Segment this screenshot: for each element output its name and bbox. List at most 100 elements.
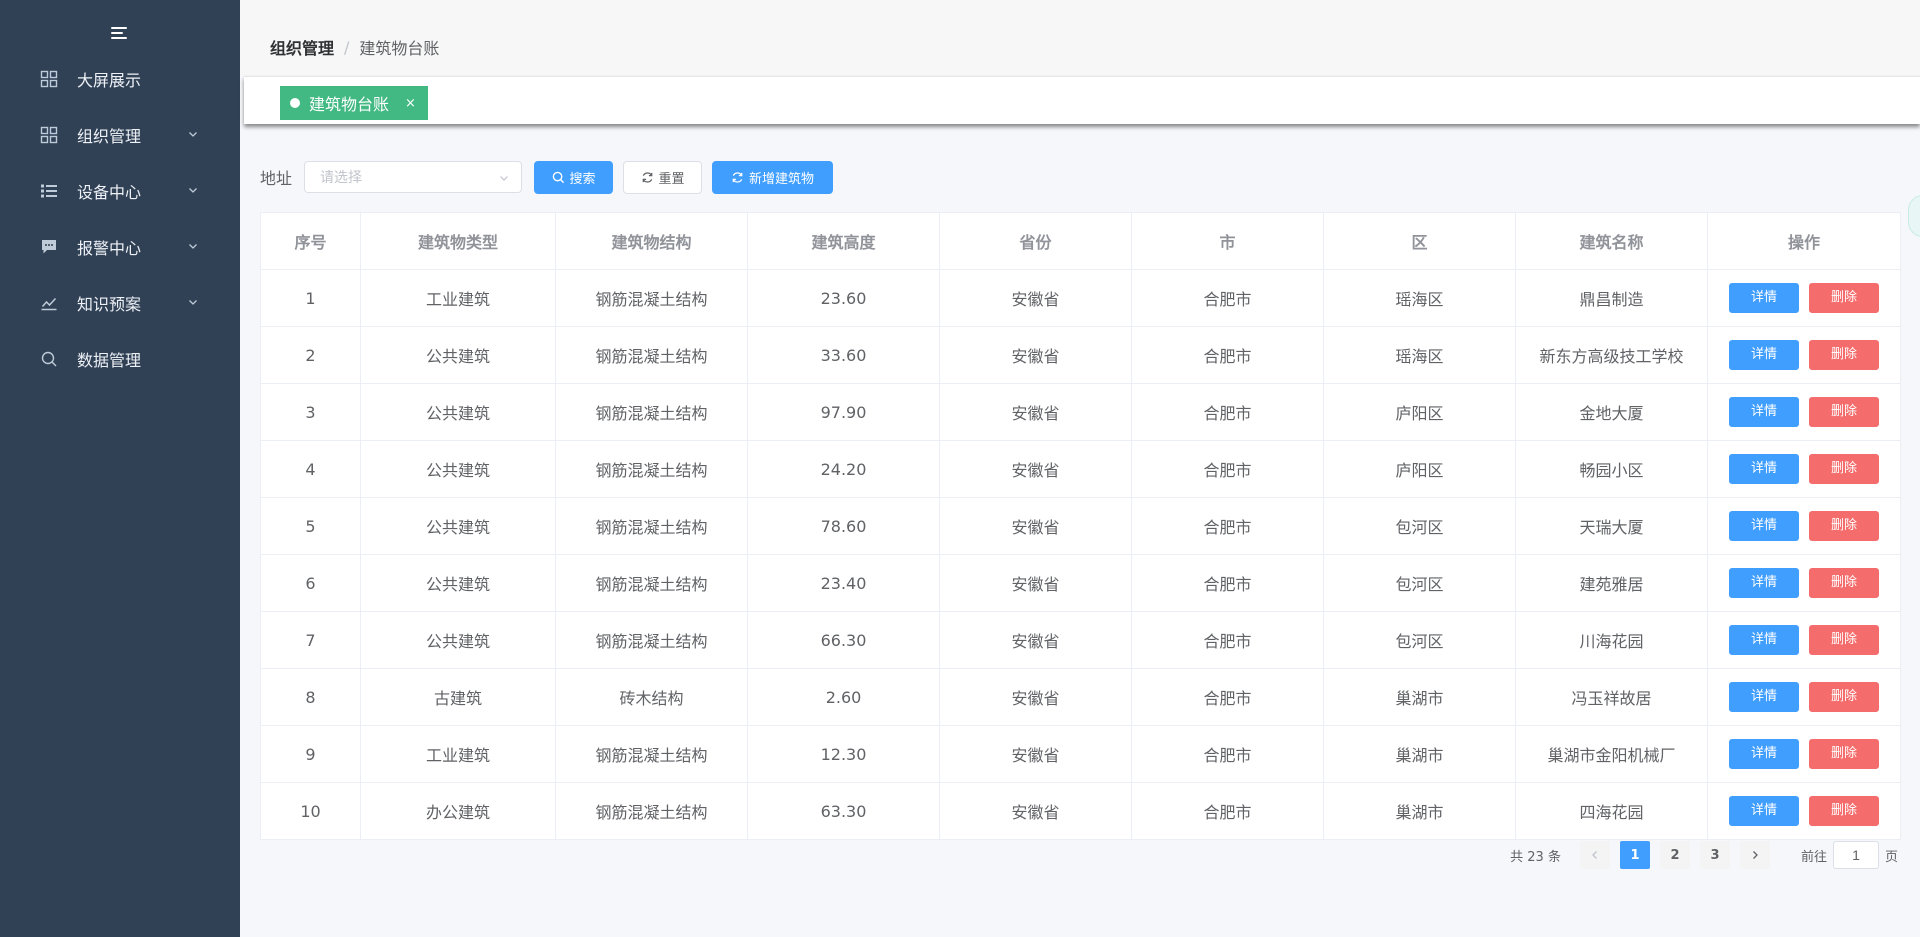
delete-button[interactable]: 删除 bbox=[1809, 682, 1879, 712]
sidebar: 大屏展示 组织管理 设备中心 报警中心 知识预案 数据管理 bbox=[0, 0, 240, 937]
cell-name: 畅园小区 bbox=[1515, 440, 1708, 498]
search-icon bbox=[552, 171, 564, 183]
cell-structure: 钢筋混凝土结构 bbox=[555, 269, 748, 327]
delete-button[interactable]: 删除 bbox=[1809, 340, 1879, 370]
delete-button[interactable]: 删除 bbox=[1809, 454, 1879, 484]
col-header-city: 市 bbox=[1131, 212, 1324, 270]
detail-button[interactable]: 详情 bbox=[1729, 397, 1799, 427]
cell-province: 安徽省 bbox=[939, 725, 1132, 783]
cell-name: 巢湖市金阳机械厂 bbox=[1515, 725, 1708, 783]
delete-button[interactable]: 删除 bbox=[1809, 796, 1879, 826]
search-button[interactable]: 搜索 bbox=[534, 160, 614, 194]
cell-index: 4 bbox=[260, 440, 361, 498]
address-label: 地址 bbox=[260, 169, 293, 188]
table-row: 6 公共建筑 钢筋混凝土结构 23.40 安徽省 合肥市 包河区 建苑雅居 详情 删除 bbox=[260, 554, 1901, 612]
sidebar-item-alarm[interactable]: 报警中心 bbox=[0, 219, 240, 275]
cell-height: 24.20 bbox=[747, 440, 940, 498]
table-row: 1 工业建筑 钢筋混凝土结构 23.60 安徽省 合肥市 瑶海区 鼎昌制造 详情 删除 bbox=[260, 269, 1901, 327]
detail-button[interactable]: 详情 bbox=[1729, 454, 1799, 484]
cell-actions: 详情 删除 bbox=[1707, 497, 1901, 555]
breadcrumb-parent[interactable]: 组织管理 bbox=[270, 35, 334, 59]
sidebar-item-dashboard[interactable]: 大屏展示 bbox=[0, 51, 240, 107]
hamburger-icon[interactable] bbox=[111, 27, 127, 41]
address-select[interactable]: 请选择 bbox=[304, 161, 523, 193]
cell-district: 庐阳区 bbox=[1323, 440, 1516, 498]
tag-dot-icon bbox=[290, 98, 300, 108]
detail-button[interactable]: 详情 bbox=[1729, 340, 1799, 370]
table-row: 2 公共建筑 钢筋混凝土结构 33.60 安徽省 合肥市 瑶海区 新东方高级技工学校 详情 删除 bbox=[260, 326, 1901, 384]
refresh-icon bbox=[732, 171, 743, 183]
cell-structure: 钢筋混凝土结构 bbox=[555, 725, 748, 783]
detail-button[interactable]: 详情 bbox=[1729, 739, 1799, 769]
sidebar-item-org[interactable]: 组织管理 bbox=[0, 107, 240, 163]
cell-province: 安徽省 bbox=[939, 668, 1132, 726]
cell-name: 冯玉祥故居 bbox=[1515, 668, 1708, 726]
cell-index: 8 bbox=[260, 668, 361, 726]
breadcrumb-separator: / bbox=[344, 37, 350, 57]
detail-button[interactable]: 详情 bbox=[1729, 511, 1799, 541]
cell-type: 工业建筑 bbox=[360, 269, 556, 327]
detail-button[interactable]: 详情 bbox=[1729, 625, 1799, 655]
delete-button[interactable]: 删除 bbox=[1809, 511, 1879, 541]
cell-district: 巢湖市 bbox=[1323, 725, 1516, 783]
detail-button[interactable]: 详情 bbox=[1729, 796, 1799, 826]
table-row: 10 办公建筑 钢筋混凝土结构 63.30 安徽省 合肥市 巢湖市 四海花园 详情 删除 bbox=[260, 782, 1901, 840]
cell-index: 10 bbox=[260, 782, 361, 840]
delete-button[interactable]: 删除 bbox=[1809, 568, 1879, 598]
search-form: 地址 请选择 搜索 重置 新增建筑物 bbox=[260, 160, 834, 194]
detail-button[interactable]: 详情 bbox=[1729, 283, 1799, 313]
cell-name: 金地大厦 bbox=[1515, 383, 1708, 441]
col-header-structure: 建筑物结构 bbox=[555, 212, 748, 270]
sidebar-item-label: 报警中心 bbox=[77, 239, 142, 258]
prev-page-button[interactable] bbox=[1579, 841, 1610, 869]
page-3-button[interactable]: 3 bbox=[1699, 841, 1730, 869]
cell-district: 庐阳区 bbox=[1323, 383, 1516, 441]
search-button-label: 搜索 bbox=[569, 171, 596, 187]
delete-button[interactable]: 删除 bbox=[1809, 625, 1879, 655]
page-1-button[interactable]: 1 bbox=[1619, 841, 1650, 869]
sidebar-item-data[interactable]: 数据管理 bbox=[0, 331, 240, 387]
cell-index: 5 bbox=[260, 497, 361, 555]
page-jump: 前往 页 bbox=[1801, 841, 1898, 869]
cell-index: 7 bbox=[260, 611, 361, 669]
cell-type: 公共建筑 bbox=[360, 497, 556, 555]
cell-height: 23.40 bbox=[747, 554, 940, 612]
cell-actions: 详情 删除 bbox=[1707, 554, 1901, 612]
close-icon[interactable]: × bbox=[405, 96, 416, 111]
tag-active[interactable]: 建筑物台账 × bbox=[280, 86, 428, 120]
reset-button[interactable]: 重置 bbox=[623, 160, 703, 194]
chevron-down-icon bbox=[189, 132, 197, 137]
cell-type: 工业建筑 bbox=[360, 725, 556, 783]
page-2-button[interactable]: 2 bbox=[1659, 841, 1690, 869]
cell-actions: 详情 删除 bbox=[1707, 611, 1901, 669]
detail-button[interactable]: 详情 bbox=[1729, 568, 1799, 598]
sidebar-item-label: 知识预案 bbox=[77, 295, 142, 314]
sidebar-item-knowledge[interactable]: 知识预案 bbox=[0, 275, 240, 331]
cell-index: 6 bbox=[260, 554, 361, 612]
next-page-button[interactable] bbox=[1739, 841, 1770, 869]
detail-button[interactable]: 详情 bbox=[1729, 682, 1799, 712]
list-icon bbox=[40, 182, 58, 200]
cell-structure: 砖木结构 bbox=[555, 668, 748, 726]
add-building-button[interactable]: 新增建筑物 bbox=[712, 160, 834, 194]
page-unit-label: 页 bbox=[1884, 849, 1898, 865]
cell-district: 巢湖市 bbox=[1323, 782, 1516, 840]
cell-name: 川海花园 bbox=[1515, 611, 1708, 669]
cell-city: 合肥市 bbox=[1131, 668, 1324, 726]
cell-actions: 详情 删除 bbox=[1707, 269, 1901, 327]
floating-widget[interactable] bbox=[1908, 195, 1920, 237]
delete-button[interactable]: 删除 bbox=[1809, 739, 1879, 769]
cell-district: 包河区 bbox=[1323, 554, 1516, 612]
delete-button[interactable]: 删除 bbox=[1809, 397, 1879, 427]
cell-city: 合肥市 bbox=[1131, 611, 1324, 669]
cell-province: 安徽省 bbox=[939, 497, 1132, 555]
cell-actions: 详情 删除 bbox=[1707, 383, 1901, 441]
cell-height: 33.60 bbox=[747, 326, 940, 384]
sidebar-item-device[interactable]: 设备中心 bbox=[0, 163, 240, 219]
page-jump-input[interactable] bbox=[1832, 841, 1879, 869]
chevron-down-icon bbox=[189, 188, 197, 193]
table-row: 8 古建筑 砖木结构 2.60 安徽省 合肥市 巢湖市 冯玉祥故居 详情 删除 bbox=[260, 668, 1901, 726]
table-body: 1 工业建筑 钢筋混凝土结构 23.60 安徽省 合肥市 瑶海区 鼎昌制造 详情 删除 2 公共建筑钢… bbox=[260, 269, 1901, 840]
cell-district: 巢湖市 bbox=[1323, 668, 1516, 726]
delete-button[interactable]: 删除 bbox=[1809, 283, 1879, 313]
